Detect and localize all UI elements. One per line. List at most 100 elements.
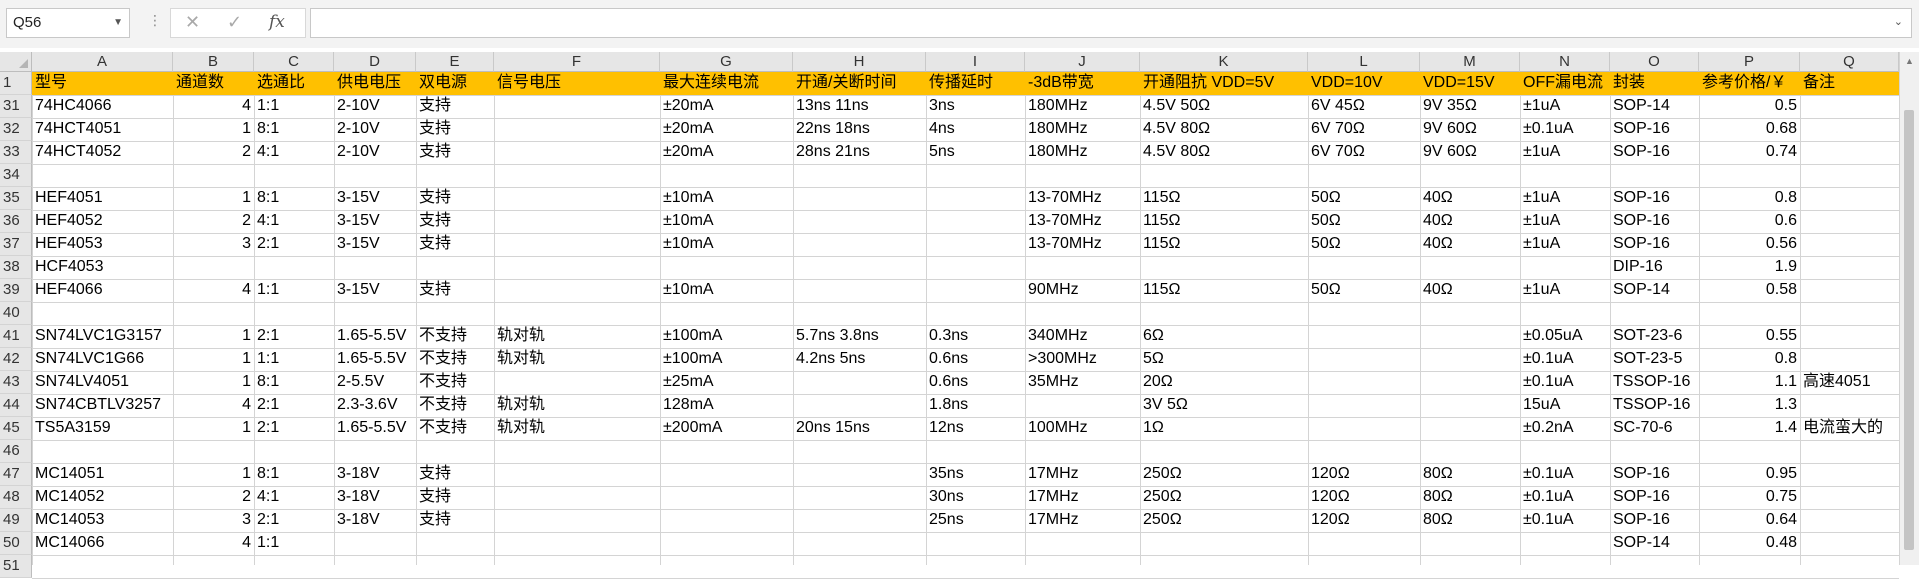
table-cell[interactable]: 50Ω [1308,279,1420,302]
table-cell[interactable]: 1.65-5.5V [334,325,416,348]
table-cell[interactable]: 250Ω [1140,486,1308,509]
table-cell[interactable] [1610,555,1699,578]
table-cell[interactable]: 4.5V 80Ω [1140,118,1308,141]
column-title-cell[interactable]: 开通阻抗 VDD=5V [1140,72,1308,95]
column-header-q[interactable]: Q [1800,52,1899,72]
table-cell[interactable] [926,279,1025,302]
table-cell[interactable] [660,164,793,187]
table-cell[interactable]: 28ns 21ns [793,141,926,164]
table-cell[interactable] [1800,302,1899,325]
row-header[interactable]: 46 [0,440,32,463]
table-cell[interactable]: HEF4051 [32,187,173,210]
table-cell[interactable] [1420,164,1520,187]
table-cell[interactable]: 0.8 [1699,187,1800,210]
table-cell[interactable]: SN74LV4051 [32,371,173,394]
table-cell[interactable]: 轨对轨 [494,325,660,348]
table-cell[interactable] [1140,164,1308,187]
table-cell[interactable]: 40Ω [1420,210,1520,233]
table-cell[interactable] [1800,95,1899,118]
table-cell[interactable] [793,279,926,302]
table-cell[interactable]: ±0.1uA [1520,463,1610,486]
table-cell[interactable] [793,486,926,509]
table-cell[interactable]: TSSOP-16 [1610,371,1699,394]
table-cell[interactable] [1308,371,1420,394]
table-cell[interactable] [416,256,494,279]
table-cell[interactable] [660,302,793,325]
table-cell[interactable] [1520,302,1610,325]
table-cell[interactable] [334,164,416,187]
table-cell[interactable]: ±100mA [660,325,793,348]
table-cell[interactable]: 0.56 [1699,233,1800,256]
row-header[interactable]: 50 [0,532,32,555]
table-cell[interactable]: 0.3ns [926,325,1025,348]
table-cell[interactable] [1699,555,1800,578]
table-cell[interactable]: 3V 5Ω [1140,394,1308,417]
table-cell[interactable] [1800,394,1899,417]
table-cell[interactable] [1420,417,1520,440]
row-header[interactable]: 48 [0,486,32,509]
table-cell[interactable]: 电流蛮大的 [1800,417,1899,440]
table-cell[interactable]: 3-15V [334,279,416,302]
column-header-n[interactable]: N [1520,52,1610,72]
table-cell[interactable]: ±10mA [660,187,793,210]
table-cell[interactable]: MC14066 [32,532,173,555]
table-cell[interactable]: 74HC4066 [32,95,173,118]
table-cell[interactable] [1420,440,1520,463]
column-header-l[interactable]: L [1308,52,1420,72]
column-title-cell[interactable]: 通道数 [173,72,254,95]
table-cell[interactable] [1800,210,1899,233]
table-cell[interactable]: 4.2ns 5ns [793,348,926,371]
table-cell[interactable] [416,532,494,555]
table-cell[interactable]: ±25mA [660,371,793,394]
table-cell[interactable]: HCF4053 [32,256,173,279]
table-cell[interactable]: ±10mA [660,279,793,302]
table-cell[interactable]: 支持 [416,141,494,164]
table-cell[interactable]: 8:1 [254,187,334,210]
table-cell[interactable]: ±1uA [1520,141,1610,164]
table-cell[interactable]: ±1uA [1520,233,1610,256]
table-cell[interactable] [1025,164,1140,187]
table-cell[interactable] [494,256,660,279]
table-cell[interactable]: 0.6ns [926,371,1025,394]
table-cell[interactable]: 支持 [416,486,494,509]
table-cell[interactable] [1520,440,1610,463]
column-title-cell[interactable]: 封装 [1610,72,1699,95]
row-header[interactable]: 36 [0,210,32,233]
table-cell[interactable] [926,256,1025,279]
table-cell[interactable] [926,440,1025,463]
table-cell[interactable]: ±0.1uA [1520,118,1610,141]
table-cell[interactable]: 35MHz [1025,371,1140,394]
table-cell[interactable]: 0.6 [1699,210,1800,233]
table-cell[interactable] [1800,555,1899,578]
table-cell[interactable]: 0.64 [1699,509,1800,532]
table-cell[interactable]: 1 [173,118,254,141]
table-cell[interactable] [1699,302,1800,325]
table-cell[interactable]: 支持 [416,463,494,486]
table-cell[interactable] [660,463,793,486]
table-cell[interactable]: 4.5V 50Ω [1140,95,1308,118]
table-cell[interactable] [926,187,1025,210]
table-cell[interactable]: 3 [173,509,254,532]
table-cell[interactable] [1610,440,1699,463]
table-cell[interactable]: 5.7ns 3.8ns [793,325,926,348]
table-cell[interactable]: ±10mA [660,233,793,256]
table-cell[interactable] [1308,555,1420,578]
table-cell[interactable]: MC14051 [32,463,173,486]
table-cell[interactable] [254,302,334,325]
table-cell[interactable]: 0.95 [1699,463,1800,486]
table-cell[interactable]: 9V 35Ω [1420,95,1520,118]
table-cell[interactable]: 12ns [926,417,1025,440]
table-cell[interactable]: 50Ω [1308,233,1420,256]
table-cell[interactable]: 2:1 [254,417,334,440]
table-cell[interactable] [1025,532,1140,555]
table-cell[interactable]: HEF4066 [32,279,173,302]
table-cell[interactable]: HEF4052 [32,210,173,233]
table-cell[interactable]: 4:1 [254,210,334,233]
table-cell[interactable]: ±20mA [660,95,793,118]
table-cell[interactable] [1800,256,1899,279]
column-title-cell[interactable]: -3dB带宽 [1025,72,1140,95]
table-cell[interactable] [1140,302,1308,325]
table-cell[interactable] [494,486,660,509]
table-cell[interactable]: 4 [173,394,254,417]
table-cell[interactable]: 3ns [926,95,1025,118]
